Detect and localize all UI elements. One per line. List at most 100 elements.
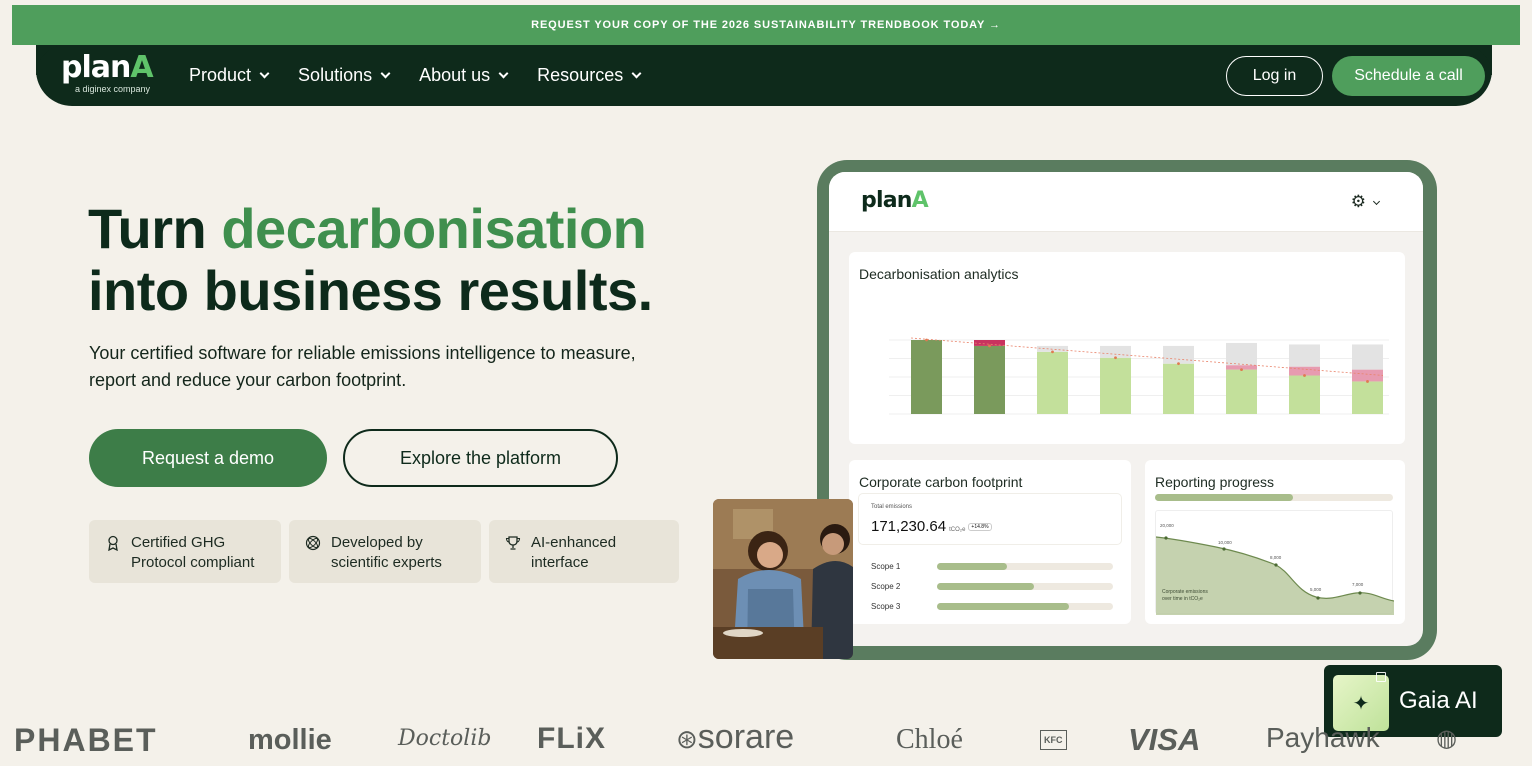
decarbonisation-analytics-card: Decarbonisation analytics (849, 252, 1405, 444)
emissions-area-chart: 20,000 10,000 8,000 5,000 7,000 Corporat… (1155, 510, 1395, 615)
chevron-down-icon (498, 68, 509, 79)
bar-marker (1177, 362, 1180, 366)
explore-platform-button[interactable]: Explore the platform (343, 429, 618, 487)
badge-ghg-certified: Certified GHG Protocol compliant (89, 520, 281, 583)
badge-line: Protocol compliant (131, 554, 255, 571)
bar-segment-base (974, 345, 1005, 414)
badge-line: Developed by (331, 534, 423, 551)
chevron-down-icon (631, 68, 642, 79)
logo-accent: A (130, 50, 153, 85)
area-label: 7,000 (1352, 582, 1364, 587)
total-emissions-box: Total emissions 171,230.64 tCO₂e +14.8% (859, 494, 1121, 544)
bar-segment-base (1352, 381, 1383, 414)
client-logos-strip: PHABET mollie Doctolib FLiX ⊛sorare Chlo… (0, 718, 1532, 766)
badge-line: AI-enhanced (531, 534, 617, 551)
bar-segment-grey (1226, 342, 1257, 366)
promo-banner[interactable]: REQUEST YOUR COPY OF THE 2026 SUSTAINABI… (12, 5, 1520, 45)
total-emissions-label: Total emissions (871, 504, 913, 510)
total-change-badge: +14.8% (968, 523, 992, 532)
banner-text[interactable]: REQUEST YOUR COPY OF THE 2026 SUSTAINABI… (531, 19, 1001, 31)
area-point (1358, 591, 1362, 595)
nav-item-solutions[interactable]: Solutions (298, 65, 391, 86)
dashboard-logo: planA (861, 188, 929, 213)
external-link-icon (1376, 672, 1386, 682)
bar-segment-base (1289, 375, 1320, 414)
scope-row: Scope 3 (871, 599, 1113, 613)
logo-partial-icon: ◍ (1436, 725, 1457, 752)
dashboard-screen: planA ⚙ Decarbonisation analytics Corpor… (829, 172, 1423, 646)
area-label: 8,000 (1270, 555, 1282, 560)
badge-line: scientific experts (331, 554, 442, 571)
bar-marker (1240, 368, 1243, 371)
scope-bar-fill (937, 603, 1069, 610)
nav-item-about-us[interactable]: About us (419, 65, 509, 86)
area-caption: over time in tCO₂e (1162, 596, 1203, 602)
dashboard-header: planA ⚙ (829, 172, 1423, 232)
nav-item-label: Solutions (298, 65, 373, 85)
nav-item-resources[interactable]: Resources (537, 65, 642, 86)
bar-segment-grey (1352, 344, 1383, 370)
bar-marker (1366, 380, 1369, 383)
scope-bar-track (937, 603, 1113, 610)
scope-bar-fill (937, 563, 1008, 570)
hero-headline: Turn decarbonisation into business resul… (88, 198, 653, 322)
total-emissions-value: 171,230.64 tCO₂e +14.8% (871, 518, 992, 535)
area-point (1164, 536, 1168, 540)
bar-segment-grey (1289, 344, 1320, 367)
reporting-progress-fill (1155, 494, 1294, 501)
logo-kfc: KFC (1040, 730, 1067, 750)
area-label: 20,000 (1160, 523, 1174, 528)
atom-icon (305, 535, 321, 551)
nav-item-product[interactable]: Product (189, 65, 270, 86)
logo-sorare-text: sorare (697, 718, 795, 756)
logo-text: plan (61, 50, 131, 85)
bar-marker (1303, 374, 1306, 377)
logo-subtitle: a diginex company (75, 84, 151, 94)
chevron-down-icon (259, 68, 270, 79)
area-label: 10,000 (1218, 540, 1232, 545)
bar-marker (1051, 350, 1054, 354)
badge-scientific-experts: Developed by scientific experts (289, 520, 481, 583)
award-ribbon-icon (108, 535, 118, 551)
sorare-icon: ⊛ (676, 724, 698, 754)
bar-segment-base (1163, 363, 1194, 414)
people-photo (713, 499, 853, 659)
bar-marker (988, 344, 991, 348)
area-caption: Corporate emissions (1162, 589, 1208, 595)
chevron-down-icon (380, 68, 391, 79)
scope-label: Scope 2 (871, 581, 901, 591)
footprint-title: Corporate carbon footprint (859, 474, 1023, 490)
badge-line: Certified GHG (131, 534, 226, 551)
nav-item-label: Resources (537, 65, 624, 85)
reporting-title: Reporting progress (1155, 474, 1275, 490)
logo-alphabet: PHABET (14, 722, 158, 758)
area-chart-svg: 20,000 10,000 8,000 5,000 7,000 Corporat… (1155, 523, 1395, 615)
logo-visa: VISA (1128, 722, 1201, 757)
reporting-progress-track (1155, 494, 1393, 501)
dashboard-logo-accent: A (911, 188, 929, 213)
photo-illustration (713, 499, 853, 659)
reporting-progress-card: Reporting progress 20,000 10,000 8,000 5… (1145, 460, 1405, 624)
gaia-ai-label: Gaia AI (1399, 687, 1478, 714)
badge-ai-enhanced: AI-enhanced interface (489, 520, 679, 583)
request-demo-button[interactable]: Request a demo (89, 429, 327, 487)
bar-segment-base (1037, 351, 1068, 414)
scope-bar-track (937, 563, 1113, 570)
area-point (1274, 563, 1278, 567)
scope-row: Scope 2 (871, 579, 1113, 593)
trophy-icon (505, 536, 521, 550)
headline-part: Turn (88, 197, 222, 260)
scope-row: Scope 1 (871, 559, 1113, 573)
logo-flix: FLiX (537, 722, 606, 755)
logo-doctolib: Doctolib (398, 726, 492, 751)
bar-marker (1114, 356, 1117, 360)
bar-segment-base (1100, 357, 1131, 414)
plana-logo[interactable]: planA a diginex company (61, 53, 171, 99)
area-point (1316, 596, 1320, 600)
schedule-call-button[interactable]: Schedule a call (1332, 56, 1485, 96)
login-button[interactable]: Log in (1226, 56, 1323, 96)
badge-line: interface (531, 554, 589, 571)
headline-line-2: into business results. (88, 259, 653, 322)
scope-label: Scope 3 (871, 601, 901, 611)
dashboard-preview: planA ⚙ Decarbonisation analytics Corpor… (817, 160, 1437, 660)
